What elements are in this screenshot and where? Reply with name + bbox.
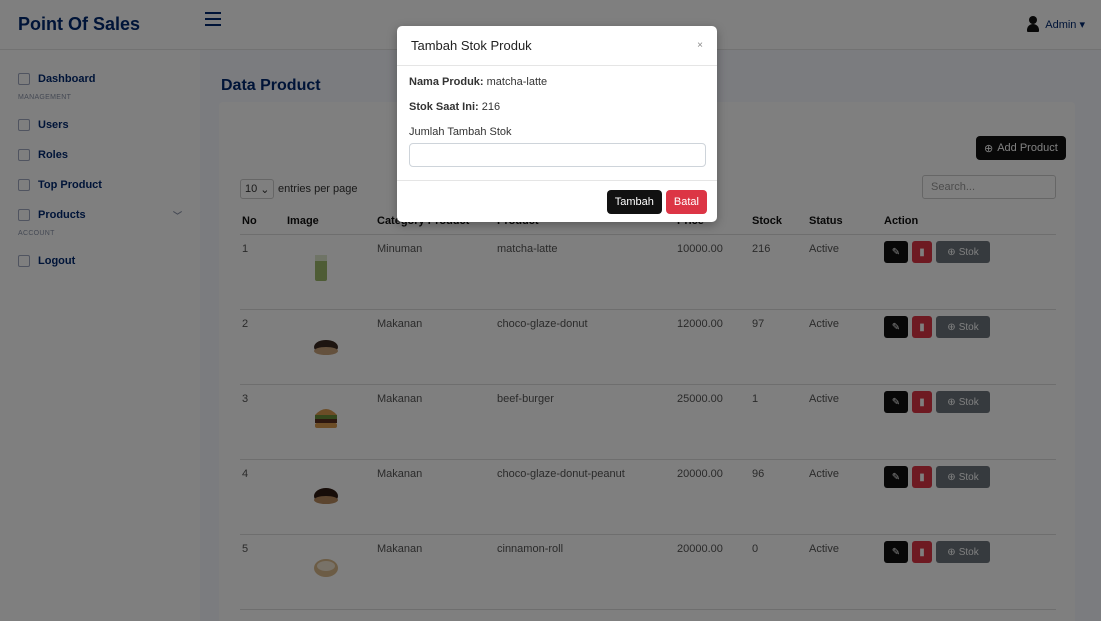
current-stock-line: Stok Saat Ini: 216: [409, 101, 705, 113]
stock-amount-input[interactable]: [409, 143, 706, 167]
add-stock-modal: Tambah Stok Produk × Nama Produk: matcha…: [397, 26, 717, 222]
current-stock-value: 216: [481, 101, 501, 113]
product-name-line: Nama Produk: matcha-latte: [409, 76, 705, 88]
current-stock-label: Stok Saat Ini:: [409, 101, 479, 113]
close-icon[interactable]: ×: [697, 40, 703, 51]
modal-footer: Tambah Batal: [397, 180, 717, 222]
product-name-label: Nama Produk:: [409, 76, 484, 88]
modal-header: Tambah Stok Produk ×: [397, 26, 717, 66]
product-name-value: matcha-latte: [486, 76, 548, 88]
batal-button[interactable]: Batal: [665, 189, 707, 214]
modal-title: Tambah Stok Produk: [411, 38, 532, 53]
tambah-button[interactable]: Tambah: [606, 189, 662, 214]
stock-amount-label: Jumlah Tambah Stok: [409, 126, 512, 138]
modal-body: Nama Produk: matcha-latte Stok Saat Ini:…: [397, 66, 717, 167]
